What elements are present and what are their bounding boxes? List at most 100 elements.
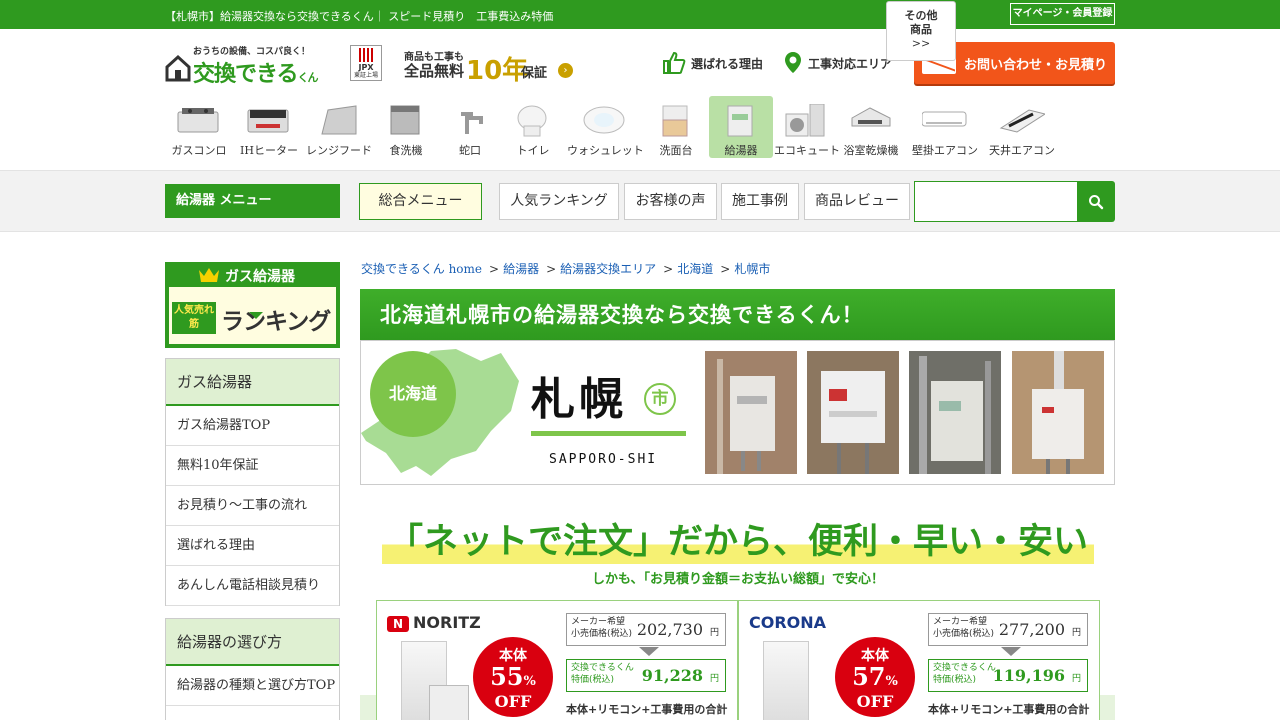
tab-ranking[interactable]: 人気ランキング [499,183,619,220]
area-hero: 北海道 札幌 市 SAPPORO-SHI [360,340,1115,485]
arrow-right-icon: › [558,63,573,78]
remote-image [429,685,469,720]
water-heater-image [763,641,809,720]
search-button[interactable] [1077,181,1115,222]
search-icon [1089,194,1104,209]
price-note: 本体+リモコン+工事費用の合計 [928,703,1090,716]
category-ih-heater[interactable]: IHヒーター [237,96,301,158]
mypage-register-button[interactable]: マイページ・会員登録 [1010,3,1115,25]
sidebar-item-phone-estimate[interactable]: あんしん電話相談見積り [166,566,339,606]
search-input[interactable] [914,181,1078,222]
bath-dryer-icon [851,107,891,127]
special-price: 119,196 [992,666,1065,685]
sidebar-item-flow[interactable]: お見積り～工事の流れ [166,486,339,526]
jpx-logo-icon [359,48,373,62]
list-price: 202,730 [636,620,703,639]
wall-aircon-icon [922,111,967,127]
special-price-box: 交換できるくん 特価(税込) 91,228 円 [566,659,726,692]
category-gas-stove[interactable]: ガスコンロ [167,96,231,158]
water-heater-icon [727,105,753,137]
category-label: 天井エアコン [989,144,1055,157]
jpx-listed-badge: JPX 東証上場 [350,45,382,81]
top-bar: 【札幌市】給湯器交換なら交換できるくん｜ スピード見積り 工事費込み特価 マイペ… [0,0,1280,29]
ranking-banner[interactable]: ガス給湯器 人気売れ筋 ランキング [165,262,340,348]
sidebar-heading: ガス給湯器 [166,359,339,406]
tab-reviews[interactable]: 商品レビュー [804,183,910,220]
dishwasher-icon [390,105,420,135]
category-dishwasher[interactable]: 食洗機 [374,96,438,158]
warranty-banner[interactable]: 商品も工事も 全品無料 10年 保証 › [404,48,579,86]
house-icon [165,54,191,82]
site-logo[interactable]: おうちの設備、コスパ良く！ 交換できるくん [165,44,345,87]
sidebar-item-reason[interactable]: 選ばれる理由 [166,526,339,566]
tab-general-menu[interactable]: 総合メニュー [359,183,482,220]
thumbs-up-icon [663,51,686,74]
category-faucet[interactable]: 蛇口 [438,96,502,158]
logo-name: 交換できるくん [193,62,319,87]
catch-subline: しかも、「お見積り金額＝お支払い総額」で安心！ [591,572,885,587]
gas-stove-icon [177,108,219,133]
range-hood-icon [321,105,357,135]
tab-customer-voice[interactable]: お客様の声 [624,183,717,220]
list-price-box: メーカー希望 小売価格(税込) 202,730 円 [566,613,726,646]
brand-name: N NORITZ [387,613,481,632]
install-photo-1 [705,351,797,474]
category-label: IHヒーター [240,144,298,157]
catch-copy: 「ネットで注文」だから、便利・早い・安い しかも、「お見積り金額＝お支払い総額」… [378,513,1098,587]
install-photo-3 [909,351,1001,474]
product-card[interactable]: N NORITZ 本体 55% OFF メーカー希望 小売価格(税込) 202,73… [376,600,738,720]
category-other-button[interactable]: その他 商品 >> [886,1,956,61]
nav-area-link[interactable]: 工事対応エリア [783,51,892,75]
install-photo-2 [807,351,899,474]
breadcrumb-water-heater[interactable]: 給湯器 [503,262,539,276]
page-title: 北海道札幌市の給湯器交換なら交換できるくん！ [360,289,1115,340]
category-washlet[interactable]: ウォシュレット [567,96,644,158]
noritz-logo-icon: N [387,616,409,632]
category-vanity[interactable]: 洗面台 [644,96,708,158]
sidebar-item-gas-top[interactable]: ガス給湯器TOP [166,406,339,446]
category-nav: ガスコンロ IHヒーター レンジフード 食洗機 蛇口トイレ ウォシュレット 洗面台 給湯器 エコ… [165,96,1125,160]
ceiling-aircon-icon [999,109,1045,133]
breadcrumb-area[interactable]: 給湯器交換エリア [560,262,656,276]
faucet-icon [461,112,483,134]
sidebar-how-to-choose: 給湯器の選び方 給湯器の種類と選び方TOP [165,618,340,720]
breadcrumb: 交換できるくん home > 給湯器 > 給湯器交換エリア > 北海道 > 札幌市 [361,262,771,276]
category-water-heater[interactable]: 給湯器 [709,96,773,158]
category-range-hood[interactable]: レンジフード [306,96,372,158]
tab-case-studies[interactable]: 施工事例 [721,183,799,220]
category-ecocute[interactable]: エコキュート [774,96,840,158]
special-price-box: 交換できるくん 特価(税込) 119,196 円 [928,659,1088,692]
menu-label: 給湯器 メニュー [165,184,340,218]
category-label: 壁掛エアコン [912,144,978,157]
top-bar-text: 【札幌市】給湯器交換なら交換できるくん｜ スピード見積り 工事費込み特価 [165,10,554,23]
crown-icon [199,268,219,282]
breadcrumb-hokkaido[interactable]: 北海道 [677,262,713,276]
toilet-icon [517,105,547,137]
category-bath-dryer[interactable]: 浴室乾燥機 [839,96,903,158]
category-ceiling-aircon[interactable]: 天井エアコン [989,96,1055,158]
city-suffix: 市 [644,383,676,415]
breadcrumb-sapporo[interactable]: 札幌市 [734,262,770,276]
category-label: ガスコンロ [171,144,227,157]
sidebar-item-types-top[interactable]: 給湯器の種類と選び方TOP [166,666,339,706]
catch-headline: 「ネットで注文」だから、便利・早い・安い [381,513,1094,564]
category-label: トイレ [516,144,550,157]
ecocute-icon [785,104,825,137]
category-label: ウォシュレット [567,144,644,157]
prefecture-badge: 北海道 [370,351,456,437]
list-price-box: メーカー希望 小売価格(税込) 277,200 円 [928,613,1088,646]
nav-reason-link[interactable]: 選ばれる理由 [662,51,763,75]
category-toilet[interactable]: トイレ [501,96,565,158]
sidebar-heading: 給湯器の選び方 [166,619,339,666]
breadcrumb-home[interactable]: 交換できるくん home [361,262,482,276]
product-card[interactable]: CORONA 本体 57% OFF メーカー希望 小売価格(税込) 277,200… [738,600,1100,720]
sidebar-gas-water-heater: ガス給湯器 ガス給湯器TOP 無料10年保証 お見積り～工事の流れ 選ばれる理由… [165,358,340,606]
city-romanized: SAPPORO-SHI [549,452,658,467]
category-wall-aircon[interactable]: 壁掛エアコン [912,96,978,158]
discount-badge: 本体 55% OFF [473,637,553,717]
city-name: 札幌 [531,374,627,425]
sidebar-item-warranty[interactable]: 無料10年保証 [166,446,339,486]
install-photo-4 [1012,351,1104,474]
brand-name: CORONA [749,613,827,632]
map-pin-icon [785,52,801,73]
